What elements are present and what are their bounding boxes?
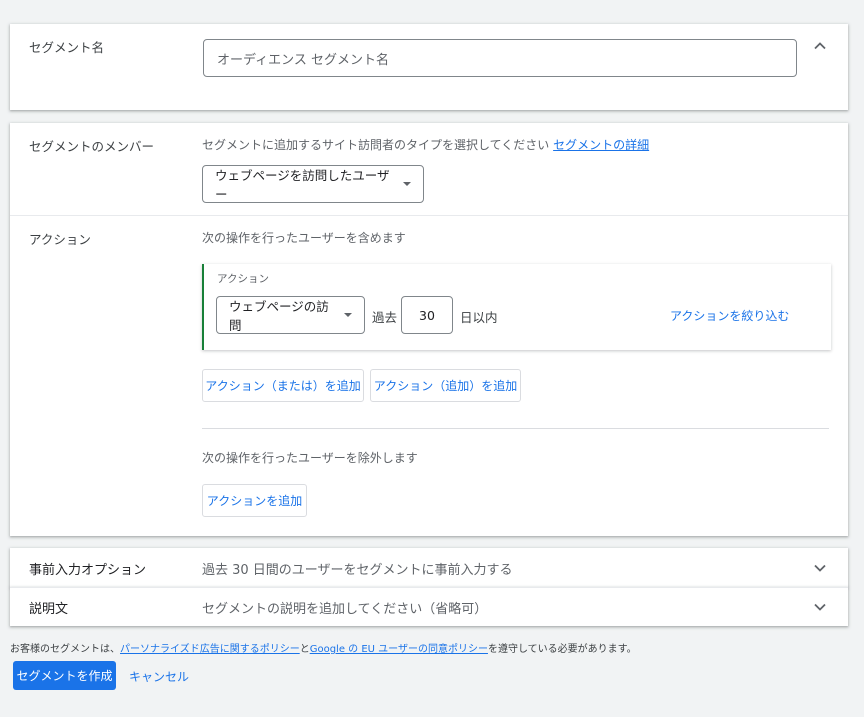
chevron-down-icon[interactable] <box>812 560 828 576</box>
segment-config-card: セグメントのメンバー セグメントに追加するサイト訪問者のタイプを選択してください… <box>10 123 848 536</box>
members-description: セグメントに追加するサイト訪問者のタイプを選択してください セグメントの詳細 <box>202 138 650 152</box>
segment-details-link[interactable]: セグメントの詳細 <box>553 138 649 152</box>
exclude-text: 次の操作を行ったユーザーを除外します <box>202 451 418 465</box>
description-card[interactable]: 説明文 セグメントの説明を追加してください（省略可） <box>10 587 848 626</box>
segment-name-label: セグメント名 <box>29 40 105 55</box>
member-type-value: ウェブページを訪問したユーザー <box>215 168 390 202</box>
prefill-card[interactable]: 事前入力オプション 過去 30 日間のユーザーをセグメントに事前入力する <box>10 548 848 587</box>
days-value: 30 <box>419 307 435 323</box>
action-type-value: ウェブページの訪問 <box>229 299 329 333</box>
action-type-dropdown[interactable]: ウェブページの訪問 <box>216 296 365 334</box>
eu-consent-policy-link[interactable]: Google の EU ユーザーの同意ポリシー <box>310 644 488 655</box>
add-or-action-button[interactable]: アクション（または）を追加 <box>202 369 364 402</box>
member-type-dropdown[interactable]: ウェブページを訪問したユーザー <box>202 165 424 203</box>
past-label: 過去 <box>372 310 398 325</box>
action-box-title: アクション <box>217 273 269 285</box>
dropdown-caret-icon <box>344 313 352 317</box>
description-label: 説明文 <box>29 602 69 617</box>
prefill-value: 過去 30 日間のユーザーをセグメントに事前入力する <box>202 563 513 578</box>
days-input[interactable]: 30 <box>401 296 453 334</box>
segment-name-input[interactable]: オーディエンス セグメント名 <box>203 39 797 77</box>
include-text: 次の操作を行ったユーザーを含めます <box>202 231 406 245</box>
policy-notice: お客様のセグメントは、パーソナライズド広告に関するポリシーとGoogle の E… <box>10 644 637 655</box>
dropdown-caret-icon <box>403 182 411 186</box>
actions-label: アクション <box>29 232 91 247</box>
create-segment-button[interactable]: セグメントを作成 <box>13 661 116 690</box>
cancel-button[interactable]: キャンセル <box>129 668 189 685</box>
days-suffix: 日以内 <box>460 310 498 325</box>
add-exclude-action-button[interactable]: アクションを追加 <box>202 484 307 517</box>
prefill-label: 事前入力オプション <box>29 563 147 578</box>
chevron-up-icon[interactable] <box>812 38 828 54</box>
section-divider <box>10 215 848 216</box>
members-label: セグメントのメンバー <box>29 139 155 154</box>
exclude-divider <box>202 428 829 429</box>
description-placeholder: セグメントの説明を追加してください（省略可） <box>202 602 488 617</box>
segment-name-placeholder: オーディエンス セグメント名 <box>217 52 389 68</box>
action-box: アクション ウェブページの訪問 過去 30 日以内 アクションを絞り込む <box>202 264 831 350</box>
chevron-down-icon[interactable] <box>812 599 828 615</box>
add-and-action-button[interactable]: アクション（追加）を追加 <box>370 369 521 402</box>
refine-action-link[interactable]: アクションを絞り込む <box>670 307 789 324</box>
personalized-ads-policy-link[interactable]: パーソナライズド広告に関するポリシー <box>120 644 300 655</box>
segment-name-card: セグメント名 オーディエンス セグメント名 <box>10 24 848 110</box>
